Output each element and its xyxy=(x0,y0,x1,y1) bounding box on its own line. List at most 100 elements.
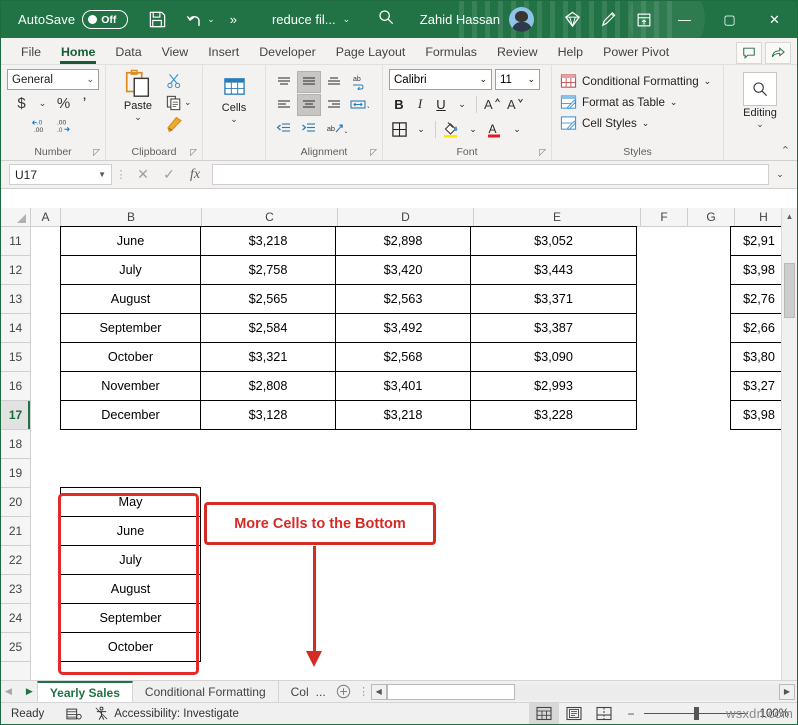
cell-D18[interactable] xyxy=(338,430,474,459)
cell-D13[interactable]: $2,563 xyxy=(335,284,471,314)
cell-D15[interactable]: $2,568 xyxy=(335,342,471,372)
cell-D22[interactable] xyxy=(337,546,473,575)
cell-G22[interactable] xyxy=(687,546,734,575)
tab-review[interactable]: Review xyxy=(487,43,548,64)
font-size-select[interactable]: 11 ⌄ xyxy=(495,69,540,90)
column-header-E[interactable]: E xyxy=(474,208,641,226)
font-name-select[interactable]: Calibri ⌄ xyxy=(389,69,492,90)
fill-color-icon[interactable] xyxy=(440,118,462,140)
cell-B13[interactable]: August xyxy=(60,284,201,314)
zoom-level-label[interactable]: 100% xyxy=(755,708,789,720)
record-macro-icon[interactable] xyxy=(66,707,82,721)
add-sheet-icon[interactable] xyxy=(331,681,357,702)
zoom-out-button[interactable]: − xyxy=(625,707,637,721)
editing-button[interactable]: Editing ⌄ xyxy=(730,69,790,146)
cell-B21[interactable]: June xyxy=(60,516,201,546)
cell-G13[interactable] xyxy=(684,285,731,314)
font-dialog-launcher-icon[interactable]: ◸ xyxy=(539,147,546,158)
collapse-ribbon-icon[interactable]: ⌃ xyxy=(781,144,790,157)
percent-style-icon[interactable]: % xyxy=(54,93,73,114)
merge-and-center-icon[interactable]: ⌄ xyxy=(347,94,371,116)
cell-B25[interactable]: October xyxy=(60,632,201,662)
cell-H11[interactable]: $2,91 xyxy=(730,226,788,256)
decrease-decimal-icon[interactable]: .0.00 xyxy=(31,115,52,136)
cell-A11[interactable] xyxy=(31,227,61,256)
page-layout-view-icon[interactable] xyxy=(559,703,589,724)
cell-E13[interactable]: $3,371 xyxy=(470,284,637,314)
row-header-17[interactable]: 17 xyxy=(1,401,30,430)
cell-H17[interactable]: $3,98 xyxy=(730,400,788,430)
cell-E18[interactable] xyxy=(474,430,641,459)
cell-A19[interactable] xyxy=(31,459,61,488)
cell-E19[interactable] xyxy=(474,459,641,488)
cell-F18[interactable] xyxy=(641,430,688,459)
align-middle-icon[interactable] xyxy=(297,71,321,93)
cell-A23[interactable] xyxy=(31,575,61,604)
share-icon[interactable] xyxy=(765,42,791,64)
number-dialog-launcher-icon[interactable]: ◸ xyxy=(93,147,100,158)
cell-D16[interactable]: $3,401 xyxy=(335,371,471,401)
cell-F21[interactable] xyxy=(640,517,687,546)
cell-C13[interactable]: $2,565 xyxy=(200,284,336,314)
cells-dropdown-icon[interactable]: ⌄ xyxy=(230,114,238,125)
copy-dropdown-icon[interactable]: ⌄ xyxy=(184,97,192,108)
cell-C12[interactable]: $2,758 xyxy=(200,255,336,285)
cell-G24[interactable] xyxy=(687,604,734,633)
cell-E12[interactable]: $3,443 xyxy=(470,255,637,285)
cell-H13[interactable]: $2,76 xyxy=(730,284,788,314)
alignment-dialog-launcher-icon[interactable]: ◸ xyxy=(370,147,377,158)
cell-B24[interactable]: September xyxy=(60,603,201,633)
cell-G21[interactable] xyxy=(687,517,734,546)
cell-E23[interactable] xyxy=(473,575,640,604)
close-button[interactable]: ✕ xyxy=(752,1,797,38)
cell-F23[interactable] xyxy=(640,575,687,604)
autosave-toggle[interactable]: Off xyxy=(82,10,129,29)
cell-A16[interactable] xyxy=(31,372,61,401)
accessibility-status[interactable]: Accessibility: Investigate xyxy=(94,706,239,721)
normal-view-icon[interactable] xyxy=(529,703,559,724)
cell-H16[interactable]: $3,27 xyxy=(730,371,788,401)
row-header-20[interactable]: 20 xyxy=(1,488,30,517)
row-header-23[interactable]: 23 xyxy=(1,575,30,604)
copy-button[interactable]: ⌄ xyxy=(164,92,194,113)
row-header-18[interactable]: 18 xyxy=(1,430,30,459)
tab-page-layout[interactable]: Page Layout xyxy=(326,43,416,64)
cell-B11[interactable]: June xyxy=(60,226,201,256)
format-as-table-button[interactable]: Format as Table ⌄ xyxy=(558,93,715,112)
cell-B18[interactable] xyxy=(61,430,202,459)
cell-C23[interactable] xyxy=(201,575,337,604)
horizontal-scrollbar-track[interactable] xyxy=(386,683,779,700)
borders-dropdown-icon[interactable]: ⌄ xyxy=(411,118,431,140)
cell-D24[interactable] xyxy=(337,604,473,633)
document-title[interactable]: reduce fil... ⌄ xyxy=(272,12,350,27)
underline-button[interactable]: U xyxy=(431,93,451,115)
cell-C16[interactable]: $2,808 xyxy=(200,371,336,401)
cell-H14[interactable]: $2,66 xyxy=(730,313,788,343)
cell-C24[interactable] xyxy=(201,604,337,633)
cell-G25[interactable] xyxy=(687,633,734,662)
cell-A13[interactable] xyxy=(31,285,61,314)
cell-C11[interactable]: $3,218 xyxy=(200,226,336,256)
search-icon[interactable] xyxy=(377,8,395,31)
cell-A15[interactable] xyxy=(31,343,61,372)
row-header-16[interactable]: 16 xyxy=(1,372,30,401)
increase-font-size-button[interactable]: A xyxy=(481,93,503,115)
save-icon[interactable] xyxy=(146,9,168,31)
cell-D14[interactable]: $3,492 xyxy=(335,313,471,343)
cell-styles-button[interactable]: Cell Styles ⌄ xyxy=(558,114,715,133)
cell-F24[interactable] xyxy=(640,604,687,633)
row-header-12[interactable]: 12 xyxy=(1,256,30,285)
align-bottom-icon[interactable] xyxy=(322,71,346,93)
cells-button[interactable]: Cells ⌄ xyxy=(209,69,259,146)
vertical-scrollbar-thumb[interactable] xyxy=(784,263,795,318)
name-box[interactable]: U17 ▼ xyxy=(9,164,112,185)
next-sheet-icon[interactable]: ▶ xyxy=(26,686,33,697)
scroll-up-icon[interactable]: ▲ xyxy=(782,208,797,225)
cell-F19[interactable] xyxy=(641,459,688,488)
tab-developer[interactable]: Developer xyxy=(249,43,325,64)
align-center-icon[interactable] xyxy=(297,94,321,116)
cell-B22[interactable]: July xyxy=(60,545,201,575)
column-header-A[interactable]: A xyxy=(31,208,61,226)
align-right-icon[interactable] xyxy=(322,94,346,116)
cell-G15[interactable] xyxy=(684,343,731,372)
